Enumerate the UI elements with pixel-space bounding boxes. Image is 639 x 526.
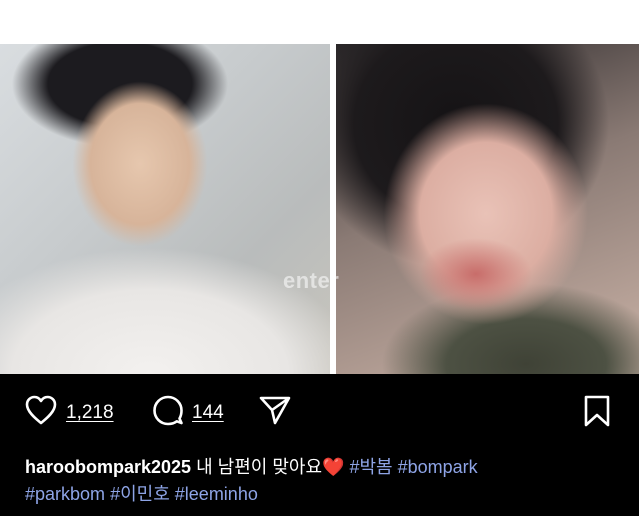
hashtag-link[interactable]: #bompark <box>398 457 478 477</box>
comment-count[interactable]: 144 <box>192 402 224 424</box>
hashtag-link[interactable]: #이민호 <box>110 484 170 504</box>
share-button[interactable] <box>258 394 292 431</box>
bookmark-icon <box>582 394 612 433</box>
like-button[interactable]: 1,218 <box>24 394 114 431</box>
comment-button[interactable]: 144 <box>152 394 224 431</box>
send-icon <box>258 394 292 431</box>
post-caption: haroobompark2025 내 남편이 맞아요❤️ #박봄 #bompar… <box>25 454 625 508</box>
heart-emoji: ❤️ <box>322 457 345 477</box>
heart-icon <box>24 394 58 431</box>
hashtag-link[interactable]: #박봄 <box>349 457 392 477</box>
watermark-text: enter <box>283 268 340 293</box>
post-action-bar: 1,218 144 <box>0 394 639 434</box>
save-button[interactable] <box>582 394 612 433</box>
caption-username[interactable]: haroobompark2025 <box>25 457 191 477</box>
hashtag-link[interactable]: #leeminho <box>175 484 258 504</box>
like-count[interactable]: 1,218 <box>66 402 114 424</box>
post-photo-left[interactable] <box>0 44 330 374</box>
instagram-post: enter 1,218 144 haroobompark2025 내 남편이 맞… <box>0 44 639 516</box>
hashtag-link[interactable]: #parkbom <box>25 484 105 504</box>
comment-icon <box>152 394 184 431</box>
post-photo-right[interactable] <box>336 44 639 374</box>
caption-text: 내 남편이 맞아요 <box>196 457 322 477</box>
